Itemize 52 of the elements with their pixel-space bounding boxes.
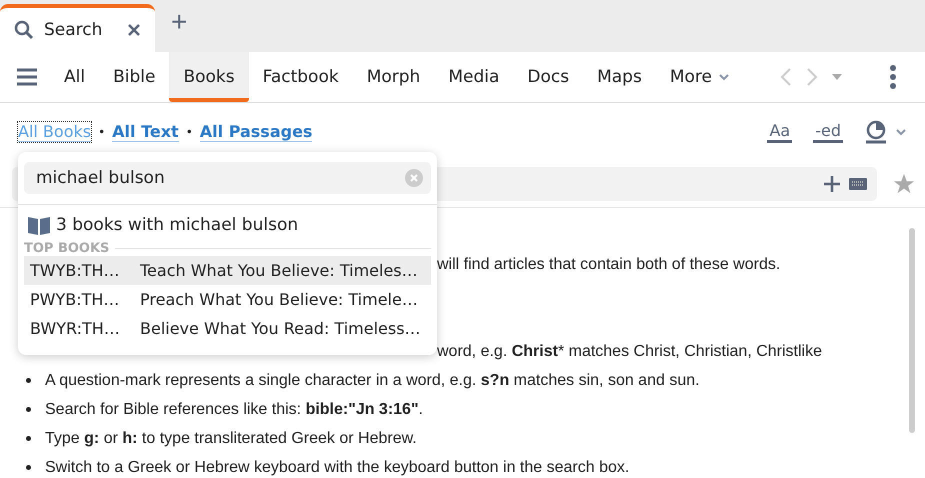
add-icon[interactable] — [823, 175, 841, 193]
query-field[interactable]: michael bulson — [24, 162, 431, 194]
tab-label: Search — [44, 20, 102, 40]
separator-dot: • — [98, 125, 106, 139]
book-icon — [28, 215, 50, 235]
book-abbreviation: TWYB:TH… — [30, 261, 121, 280]
help-text: Search for Bible references like this: bible:"Jn 3:16". — [45, 400, 423, 418]
scope-link[interactable]: All Text — [112, 122, 179, 142]
book-abbreviation: BWYR:TH… — [30, 319, 121, 338]
book-result[interactable]: PWYB:TH… Preach What You Believe: Timele… — [24, 285, 431, 314]
scrollbar[interactable] — [909, 228, 915, 433]
book-result[interactable]: BWYR:TH… Believe What You Read: Timeless… — [24, 314, 431, 343]
format-button[interactable]: -ed — [813, 121, 843, 143]
section-heading: TOP BOOKS — [24, 241, 110, 256]
more-menu[interactable]: More — [656, 52, 744, 102]
bullet-icon — [26, 436, 31, 441]
query-text: michael bulson — [36, 168, 165, 188]
category-tab[interactable]: All — [50, 52, 100, 102]
book-abbreviation: PWYB:TH… — [30, 290, 120, 309]
category-tab[interactable]: Bible — [99, 52, 170, 102]
chevron-icon[interactable] — [895, 128, 907, 136]
more-options-icon[interactable] — [890, 65, 896, 89]
book-title: Preach What You Believe: Timele… — [140, 290, 418, 309]
summary-text[interactable]: 3 books with michael bulson — [56, 215, 298, 235]
keyboard-icon[interactable] — [849, 178, 867, 190]
help-text: Switch to a Greek or Hebrew keyboard with the keyboard button in the search box. — [45, 458, 630, 476]
chevron-icon — [718, 73, 730, 81]
book-title: Believe What You Read: Timeless… — [140, 319, 421, 338]
close-icon[interactable] — [127, 23, 141, 37]
separator-dot: • — [186, 125, 193, 139]
help-text: A question-mark represents a single character in a word, e.g. s?n matches sin, son and sun. — [45, 372, 700, 390]
category-tab[interactable]: Docs — [513, 52, 584, 102]
search-tab[interactable]: Search — [0, 4, 155, 52]
scope-link[interactable]: All Passages — [200, 122, 312, 142]
category-tab[interactable]: Books — [169, 52, 249, 102]
help-text: Type g: or h: to type transliterated Greek or Hebrew. — [45, 430, 417, 448]
bullet-icon — [26, 378, 31, 383]
help-text: will find articles that contain both of these words. — [437, 256, 780, 274]
book-result[interactable]: TWYB:TH… Teach What You Believe: Timeles… — [24, 256, 431, 285]
category-tab[interactable]: Factbook — [248, 52, 353, 102]
search-icon — [14, 20, 34, 40]
category-tab[interactable]: Media — [434, 52, 514, 102]
format-button[interactable]: Aa — [767, 121, 792, 143]
help-text: word, e.g. Christ* matches Christ, Christian, Christlike — [437, 342, 822, 360]
bullet-icon — [26, 465, 31, 470]
star-icon[interactable] — [893, 173, 915, 195]
bullet-icon — [26, 407, 31, 412]
category-tab[interactable]: Morph — [352, 52, 434, 102]
new-tab-button[interactable]: + — [171, 6, 188, 38]
timer-icon[interactable] — [864, 120, 888, 144]
category-tab[interactable]: Maps — [583, 52, 656, 102]
book-title: Teach What You Believe: Timeles… — [140, 261, 418, 280]
